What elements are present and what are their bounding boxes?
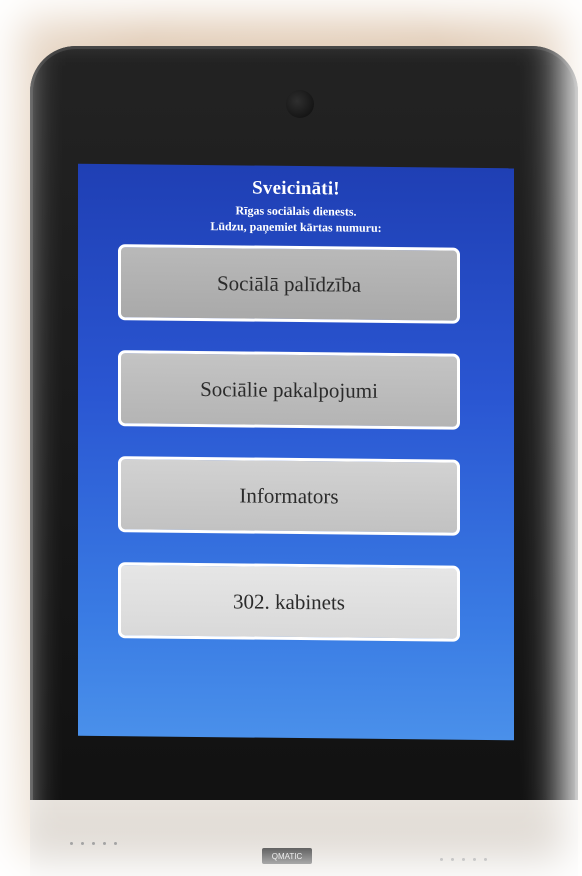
- social-services-button[interactable]: Sociālie pakalpojumi: [118, 350, 460, 430]
- menu-button-label: Sociālā palīdzība: [216, 270, 362, 297]
- greeting-title: Sveicināti!: [252, 177, 340, 200]
- menu-button-label: Informators: [239, 482, 339, 508]
- informator-button[interactable]: Informators: [118, 456, 460, 536]
- brand-logo: QMATIC: [262, 848, 312, 864]
- menu-button-label: Sociālie pakalpojumi: [200, 376, 378, 403]
- camera-icon: [286, 90, 314, 118]
- instruction-text: Lūdzu, paņemiet kārtas numuru:: [210, 219, 382, 235]
- social-assistance-button[interactable]: Sociālā palīdzība: [118, 244, 460, 324]
- menu-button-label: 302. kabinets: [233, 588, 345, 615]
- kiosk-screen: Sveicināti! Rīgas sociālais dienests. Lū…: [78, 163, 514, 741]
- speaker-grille: [440, 858, 487, 861]
- kiosk-base: [30, 800, 578, 876]
- cabinet-302-button[interactable]: 302. kabinets: [118, 562, 460, 642]
- speaker-grille: [70, 842, 117, 845]
